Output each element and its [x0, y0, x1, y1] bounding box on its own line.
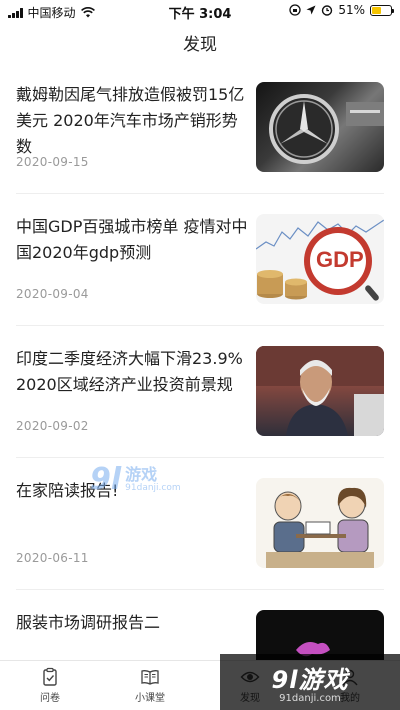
open-book-icon: [141, 670, 159, 685]
battery-icon: [370, 4, 394, 16]
article-item[interactable]: 印度二季度经济大幅下滑23.9% 2020区域经济产业投资前景规 2020-09…: [16, 326, 384, 458]
article-date: 2020-09-02: [16, 419, 89, 433]
watermark-name: 游戏: [125, 464, 158, 484]
article-item[interactable]: 中国GDP百强城市榜单 疫情对中国2020年gdp预测 2020-09-04 G…: [16, 194, 384, 326]
alarm-icon: [322, 5, 333, 16]
article-title: 中国GDP百强城市榜单 疫情对中国2020年gdp预测: [16, 217, 248, 262]
article-thumbnail: [256, 478, 384, 568]
tab-label: 小课堂: [135, 693, 165, 704]
tab-classroom[interactable]: 小课堂: [100, 661, 200, 710]
article-item[interactable]: 戴姆勒因尾气排放造假被罚15亿美元 2020年汽车市场产销形势数 2020-09…: [16, 62, 384, 194]
article-thumbnail: [256, 346, 384, 436]
article-thumbnail: GDP: [256, 214, 384, 304]
corner-watermark-logo: 9l游戏: [271, 666, 349, 694]
corner-watermark-url: 91danji.com: [279, 693, 341, 704]
watermark: 9l 游戏 91danji.com: [90, 462, 181, 497]
gdp-image-text: GDP: [316, 247, 364, 272]
battery-percent: 51%: [338, 3, 365, 17]
rotation-lock-icon: [289, 4, 301, 16]
tab-questionnaire[interactable]: 问卷: [0, 661, 100, 710]
corner-watermark: 9l游戏 91danji.com: [220, 654, 400, 710]
article-title: 戴姆勒因尾气排放造假被罚15亿美元 2020年汽车市场产销形势数: [16, 85, 245, 156]
article-item[interactable]: 在家陪读报告! 2020-06-11: [16, 458, 384, 590]
article-date: 2020-09-04: [16, 287, 89, 301]
article-date: 2020-09-15: [16, 155, 89, 169]
article-title: 服装市场调研报告二: [16, 613, 161, 632]
watermark-logo: 9l: [90, 462, 122, 497]
watermark-url: 91danji.com: [125, 482, 181, 493]
article-thumbnail: [256, 82, 384, 172]
location-icon: [306, 5, 316, 15]
tab-label: 问卷: [40, 693, 60, 704]
page-title: 发现: [183, 35, 217, 55]
status-right: 51%: [289, 3, 394, 17]
article-date: 2020-06-11: [16, 551, 89, 565]
status-bar: 中国移动 下午 3:04 51%: [0, 0, 400, 22]
clipboard-check-icon: [43, 667, 57, 686]
article-feed[interactable]: 戴姆勒因尾气排放造假被罚15亿美元 2020年汽车市场产销形势数 2020-09…: [0, 62, 400, 710]
article-title: 印度二季度经济大幅下滑23.9% 2020区域经济产业投资前景规: [16, 349, 243, 394]
